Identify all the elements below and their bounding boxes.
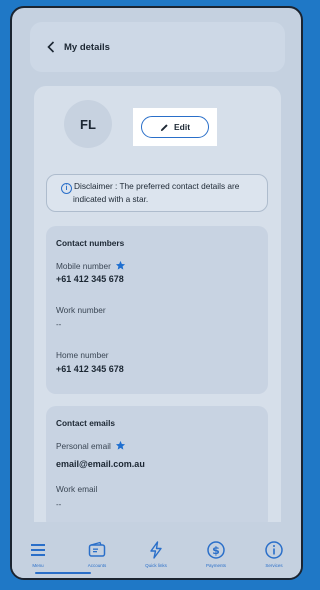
nav-label-payments: Payments: [205, 563, 226, 568]
work-number-label: Work number: [56, 305, 106, 315]
personal-email-value: email@email.com.au: [56, 459, 145, 469]
personal-email-label-text: Personal email: [56, 440, 111, 451]
header-bar: My details: [30, 22, 285, 72]
edit-button[interactable]: Edit: [141, 116, 209, 138]
disclaimer-line-1: Disclaimer : The preferred contact detai…: [74, 181, 240, 191]
menu-icon: [31, 544, 45, 556]
nav-item-menu[interactable]: Menu: [14, 540, 62, 568]
edit-button-label: Edit: [173, 122, 191, 132]
home-number-label: Home number: [56, 350, 109, 360]
disclaimer-box: i Disclaimer : The preferred contact deta…: [46, 174, 268, 212]
dollar-icon: $: [207, 541, 225, 559]
section-title: Contact numbers: [56, 238, 125, 248]
nav-item-quick-links[interactable]: Quick links: [132, 540, 180, 568]
nav-item-accounts[interactable]: Accounts: [73, 540, 121, 568]
section-title: Contact emails: [56, 418, 116, 428]
chevron-left-icon[interactable]: [38, 41, 64, 53]
nav-label-quick-links: Quick links: [145, 563, 167, 568]
mobile-number-label-text: Mobile number: [56, 260, 111, 271]
details-card: FL Edit i Disclaimer : The preferred cont…: [34, 86, 281, 536]
work-email-value: --: [56, 500, 62, 509]
page-title: My details: [64, 41, 110, 53]
mobile-number-label: Mobile number: [56, 260, 126, 271]
phone-frame: My details FL Edit i Disclaimer : The pre…: [10, 6, 303, 580]
info-icon: i: [61, 183, 72, 194]
disclaimer-line-2: indicated with a star.: [73, 194, 149, 204]
work-email-label: Work email: [56, 484, 98, 494]
work-number-value: --: [56, 320, 62, 329]
star-icon: [115, 260, 125, 270]
bottom-navigation: Menu Accounts Quick links $ Payments Ser…: [12, 522, 301, 578]
svg-text:$: $: [212, 544, 220, 557]
nav-label-menu: Menu: [32, 563, 44, 568]
nav-label-services: Services: [265, 563, 283, 568]
avatar: FL: [64, 100, 112, 148]
nav-item-services[interactable]: Services: [250, 540, 298, 568]
nav-item-payments[interactable]: $ Payments: [192, 540, 240, 568]
lightning-icon: [150, 541, 162, 559]
contact-numbers-section: Contact numbers Mobile number +61 412 34…: [46, 226, 268, 394]
nav-label-accounts: Accounts: [87, 563, 107, 568]
avatar-initials: FL: [80, 116, 96, 132]
info-icon: [265, 541, 283, 559]
personal-email-label: Personal email: [56, 440, 126, 451]
star-icon: [115, 440, 125, 450]
mobile-number-value: +61 412 345 678: [56, 274, 124, 284]
edit-highlight: Edit: [133, 108, 217, 146]
pencil-icon: [160, 123, 168, 131]
home-number-value: +61 412 345 678: [56, 364, 124, 374]
active-tab-indicator: [35, 572, 91, 574]
wallet-icon: [88, 541, 106, 557]
contact-emails-section: Contact emails Personal email email@emai…: [46, 406, 268, 530]
